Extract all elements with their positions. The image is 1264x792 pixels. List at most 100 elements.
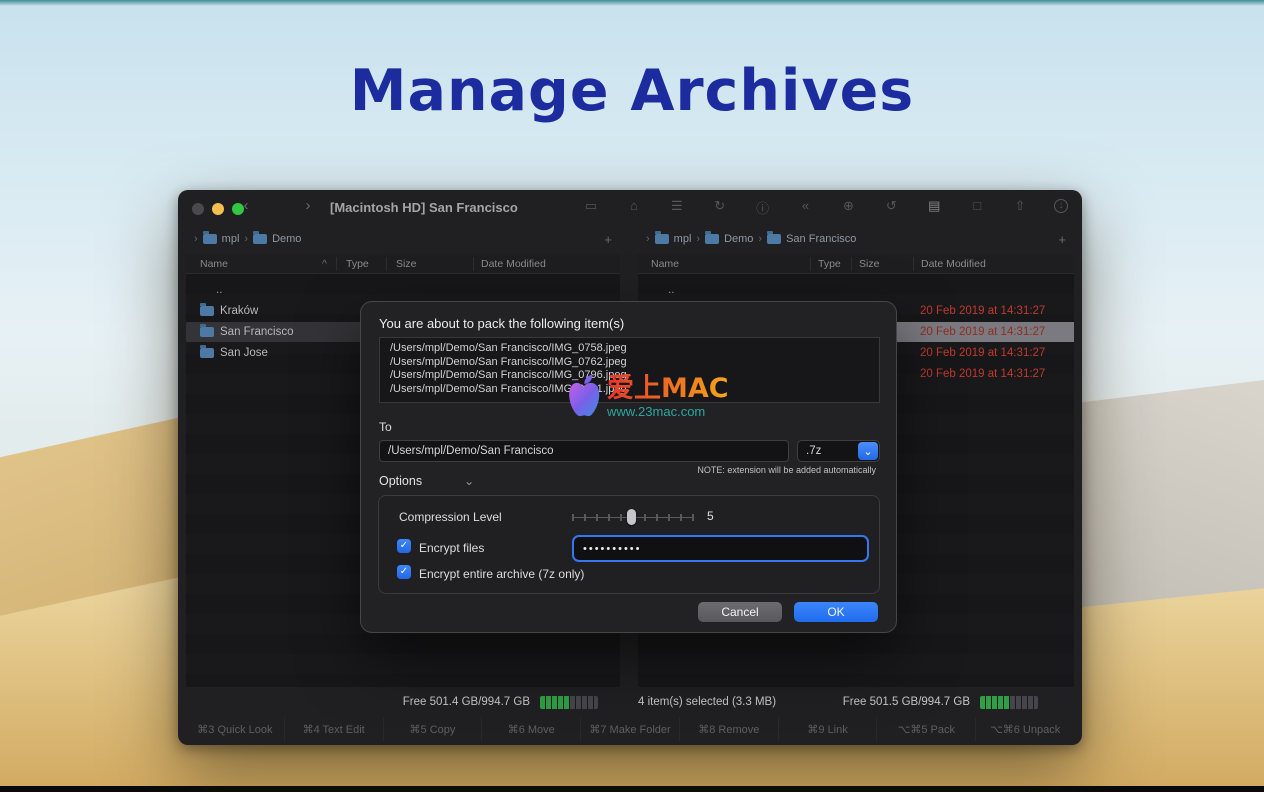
- left-free-space: Free 501.4 GB/994.7 GB: [403, 696, 530, 708]
- frame-icon[interactable]: □: [968, 198, 986, 217]
- folder-icon: [200, 306, 214, 316]
- options-panel: Compression Level 5 ✓ Encrypt files ✓ En…: [378, 495, 880, 594]
- extension-select[interactable]: .7z ⌄: [797, 440, 880, 462]
- column-name[interactable]: Name: [200, 258, 228, 270]
- encrypt-archive-label: Encrypt entire archive (7z only): [419, 567, 584, 581]
- add-tab-button[interactable]: +: [1058, 232, 1066, 247]
- encrypt-files-checkbox[interactable]: ✓: [397, 539, 411, 553]
- options-disclosure[interactable]: Options ⌄: [379, 474, 474, 488]
- table-row[interactable]: ..: [638, 280, 1074, 300]
- destination-input[interactable]: [379, 440, 789, 462]
- pack-dialog: You are about to pack the following item…: [360, 301, 897, 633]
- chevron-icon: ›: [758, 233, 762, 245]
- link-button[interactable]: ⌘9 Link: [778, 717, 877, 741]
- folder-icon: [705, 234, 719, 244]
- page-title: Manage Archives: [0, 58, 1264, 124]
- row-name: Kraków: [220, 305, 258, 317]
- quick-look-button[interactable]: ⌘3 Quick Look: [186, 717, 284, 741]
- breadcrumb-item[interactable]: mpl: [222, 233, 240, 245]
- left-column-header[interactable]: Name ^ Type Size Date Modified: [186, 254, 620, 274]
- chevron-icon: ›: [646, 233, 650, 245]
- column-date[interactable]: Date Modified: [921, 258, 986, 270]
- dialog-title: You are about to pack the following item…: [379, 316, 624, 331]
- add-tab-button[interactable]: +: [604, 232, 612, 247]
- folder-icon: [200, 327, 214, 337]
- column-type[interactable]: Type: [346, 258, 369, 270]
- right-column-header[interactable]: Name Type Size Date Modified: [638, 254, 1074, 274]
- breadcrumb-item[interactable]: Demo: [724, 233, 753, 245]
- cancel-button[interactable]: Cancel: [698, 602, 782, 622]
- chevrons-left-icon[interactable]: «: [797, 198, 815, 217]
- pack-button[interactable]: ⌥⌘5 Pack: [876, 717, 975, 741]
- row-date: 20 Feb 2019 at 14:31:27: [920, 305, 1045, 317]
- home-icon[interactable]: ⌂: [625, 198, 643, 217]
- watermark-url: www.23mac.com: [607, 404, 729, 419]
- forward-button[interactable]: ›: [298, 197, 318, 214]
- row-name: ..: [668, 284, 674, 296]
- notes-icon[interactable]: ▤: [925, 198, 943, 217]
- download-icon[interactable]: ↓: [1054, 199, 1068, 213]
- extension-value: .7z: [798, 445, 858, 457]
- screen-bottom-strip: [0, 786, 1264, 792]
- compression-slider[interactable]: [572, 509, 694, 525]
- row-date: 20 Feb 2019 at 14:31:27: [920, 347, 1045, 359]
- ok-button[interactable]: OK: [794, 602, 878, 622]
- back-button[interactable]: ‹: [236, 197, 256, 214]
- display-icon[interactable]: ▭: [582, 198, 600, 217]
- globe-icon[interactable]: ⊕: [839, 198, 857, 217]
- undo-icon[interactable]: ↺: [882, 198, 900, 217]
- titlebar: ‹ › [Macintosh HD] San Francisco ▭ ⌂ ☰ ↻…: [178, 190, 1082, 226]
- refresh-icon[interactable]: ↻: [711, 198, 729, 217]
- column-name[interactable]: Name: [651, 258, 679, 270]
- remove-button[interactable]: ⌘8 Remove: [679, 717, 778, 741]
- make-folder-button[interactable]: ⌘7 Make Folder: [580, 717, 679, 741]
- column-date[interactable]: Date Modified: [481, 258, 546, 270]
- chevron-icon: ›: [696, 233, 700, 245]
- column-size[interactable]: Size: [859, 258, 879, 270]
- folder-icon: [655, 234, 669, 244]
- encrypt-archive-checkbox[interactable]: ✓: [397, 565, 411, 579]
- toolbar: ▭ ⌂ ☰ ↻ ⓘ « ⊕ ↺ ▤ □ ⇧ ↓: [582, 198, 1068, 217]
- file-path: /Users/mpl/Demo/San Francisco/IMG_0758.j…: [390, 342, 879, 356]
- sort-caret-icon: ^: [322, 258, 327, 270]
- to-label: To: [379, 420, 392, 434]
- chevron-icon: ›: [194, 233, 198, 245]
- watermark: 爱上MAC www.23mac.com: [563, 374, 729, 422]
- list-icon[interactable]: ☰: [668, 198, 686, 217]
- move-button[interactable]: ⌘6 Move: [481, 717, 580, 741]
- right-breadcrumb[interactable]: › mpl › Demo › San Francisco +: [638, 228, 1074, 250]
- column-type[interactable]: Type: [818, 258, 841, 270]
- file-path: /Users/mpl/Demo/San Francisco/IMG_0762.j…: [390, 356, 879, 370]
- command-bar: ⌘3 Quick Look ⌘4 Text Edit ⌘5 Copy ⌘6 Mo…: [186, 717, 1074, 741]
- row-name: San Francisco: [220, 326, 294, 338]
- table-row[interactable]: ..: [186, 280, 620, 300]
- share-icon[interactable]: ⇧: [1011, 198, 1029, 217]
- chevron-down-icon[interactable]: ⌄: [858, 442, 878, 460]
- slider-thumb[interactable]: [627, 509, 636, 525]
- chevron-icon: ›: [244, 233, 248, 245]
- status-bar: Free 501.4 GB/994.7 GB 4 item(s) selecte…: [186, 689, 1074, 715]
- copy-button[interactable]: ⌘5 Copy: [383, 717, 482, 741]
- selection-status: 4 item(s) selected (3.3 MB): [638, 696, 776, 708]
- apple-logo-icon: [563, 374, 603, 422]
- chevron-down-icon: ⌄: [464, 474, 474, 488]
- breadcrumb-item[interactable]: San Francisco: [786, 233, 856, 245]
- unpack-button[interactable]: ⌥⌘6 Unpack: [975, 717, 1074, 741]
- text-edit-button[interactable]: ⌘4 Text Edit: [284, 717, 383, 741]
- options-label: Options: [379, 474, 422, 488]
- row-date: 20 Feb 2019 at 14:31:27: [920, 326, 1045, 338]
- right-disk-usage-bar: [980, 696, 1038, 709]
- breadcrumb-item[interactable]: Demo: [272, 233, 301, 245]
- folder-icon: [253, 234, 267, 244]
- breadcrumb-item[interactable]: mpl: [674, 233, 692, 245]
- compression-value: 5: [707, 509, 714, 523]
- column-size[interactable]: Size: [396, 258, 416, 270]
- info-icon[interactable]: ⓘ: [754, 198, 772, 217]
- password-input[interactable]: [573, 536, 868, 561]
- folder-icon: [203, 234, 217, 244]
- extension-note: NOTE: extension will be added automatica…: [697, 465, 876, 475]
- left-breadcrumb[interactable]: › mpl › Demo +: [186, 228, 620, 250]
- close-button[interactable]: [192, 203, 204, 215]
- path-bars: › mpl › Demo + › mpl › Demo › San Franci…: [186, 228, 1074, 250]
- minimize-button[interactable]: [212, 203, 224, 215]
